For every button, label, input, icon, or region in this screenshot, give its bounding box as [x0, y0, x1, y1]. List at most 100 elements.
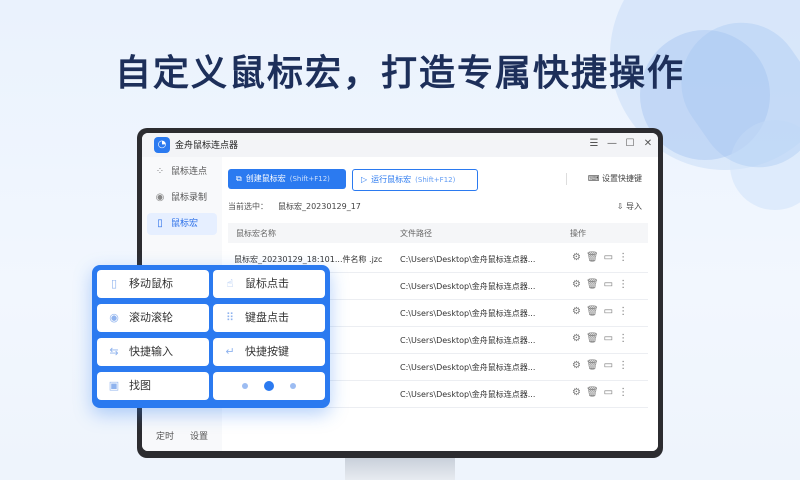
- enter-key-icon: ↵: [225, 345, 235, 358]
- page-dot[interactable]: [290, 383, 296, 389]
- quick-input-label: 快捷输入: [129, 345, 173, 358]
- delete-icon[interactable]: 🗑: [586, 306, 604, 317]
- settings-icon[interactable]: ⚙: [572, 279, 586, 290]
- create-macro-button[interactable]: ⧉ 创建鼠标宏 (Shift+F12): [228, 169, 346, 189]
- folder-icon[interactable]: ▭: [604, 333, 618, 344]
- sidebar-item-record[interactable]: ◉ 鼠标录制: [147, 187, 217, 209]
- folder-icon[interactable]: ▭: [604, 306, 618, 317]
- menu-icon[interactable]: ☰: [586, 136, 602, 152]
- more-icon[interactable]: ⋮: [618, 252, 633, 263]
- table-header: 鼠标宏名称 文件路径 操作: [228, 223, 648, 243]
- delete-icon[interactable]: 🗑: [586, 333, 604, 344]
- mouse-click-label: 鼠标点击: [245, 277, 289, 290]
- page-dot-active[interactable]: [264, 381, 274, 391]
- shortcut-key-button[interactable]: ↵ 快捷按键: [213, 338, 325, 366]
- divider: [566, 173, 567, 185]
- mouse-click-button[interactable]: ☝ 鼠标点击: [213, 270, 325, 298]
- delete-icon[interactable]: 🗑: [586, 387, 604, 398]
- sidebar-item-label: 鼠标录制: [171, 193, 208, 203]
- sidebar-item-settings[interactable]: 设置: [190, 429, 208, 442]
- image-icon: ▣: [108, 379, 120, 392]
- file-path-cell: C:\Users\Desktop\金舟鼠标连点器...: [400, 336, 536, 345]
- settings-icon[interactable]: ⚙: [572, 333, 586, 344]
- pagination-dots[interactable]: [213, 372, 325, 400]
- mouse-move-icon: ▯: [110, 277, 118, 290]
- sidebar-item-auto-click[interactable]: ⁘ 鼠标连点: [147, 161, 217, 183]
- sidebar-item-label: 鼠标宏: [171, 219, 199, 229]
- close-button[interactable]: ✕: [640, 136, 656, 152]
- move-mouse-label: 移动鼠标: [129, 277, 173, 290]
- current-selection-label: 当前选中：: [228, 202, 268, 211]
- run-macro-button[interactable]: ▷ 运行鼠标宏 (Shift+F12): [352, 169, 478, 191]
- file-path-cell: C:\Users\Desktop\金舟鼠标连点器...: [400, 282, 536, 291]
- import-button[interactable]: ⇩ 导入: [617, 201, 642, 212]
- row-actions: ⚙🗑▭⋮: [572, 360, 633, 371]
- row-actions: ⚙🗑▭⋮: [572, 387, 633, 398]
- keyboard-click-label: 键盘点击: [245, 311, 289, 324]
- sidebar-item-timer[interactable]: 定时: [156, 429, 174, 442]
- more-icon[interactable]: ⋮: [618, 279, 633, 290]
- current-selection-value: 鼠标宏_20230129_17: [278, 202, 361, 211]
- run-macro-hint: (Shift+F12): [415, 176, 456, 184]
- keyboard-click-button[interactable]: ⠿ 键盘点击: [213, 304, 325, 332]
- add-icon: ⧉: [236, 174, 242, 183]
- folder-icon[interactable]: ▭: [604, 279, 618, 290]
- macro-name-cell: 鼠标宏_20230129_18:101...件名称 .jzc: [234, 255, 383, 264]
- file-path-cell: C:\Users\Desktop\金舟鼠标连点器...: [400, 363, 536, 372]
- create-macro-label: 创建鼠标宏: [245, 174, 286, 183]
- move-mouse-button[interactable]: ▯ 移动鼠标: [97, 270, 209, 298]
- settings-icon[interactable]: ⚙: [572, 360, 586, 371]
- monitor-stand: [345, 458, 455, 480]
- keyboard-icon: ⠿: [225, 311, 235, 324]
- find-image-label: 找图: [129, 379, 151, 392]
- file-path-cell: C:\Users\Desktop\金舟鼠标连点器...: [400, 390, 536, 399]
- settings-icon[interactable]: ⚙: [572, 387, 586, 398]
- column-header-actions: 操作: [570, 229, 586, 238]
- settings-icon[interactable]: ⚙: [572, 306, 586, 317]
- folder-icon[interactable]: ▭: [604, 360, 618, 371]
- create-macro-hint: (Shift+F12): [289, 175, 330, 183]
- sidebar-item-macro[interactable]: ▯ 鼠标宏: [147, 213, 217, 235]
- delete-icon[interactable]: 🗑: [586, 279, 604, 290]
- maximize-button[interactable]: ☐: [622, 136, 638, 152]
- import-label: 导入: [626, 202, 642, 211]
- column-header-name: 鼠标宏名称: [236, 229, 276, 238]
- action-popup: ▯ 移动鼠标 ☝ 鼠标点击 ◉ 滚动滚轮 ⠿ 键盘点击 ⇆ 快捷输入 ↵ 快捷按键 ▣ 找图: [92, 265, 330, 408]
- file-path-cell: C:\Users\Desktop\金舟鼠标连点器...: [400, 255, 536, 264]
- minimize-button[interactable]: —: [604, 136, 620, 152]
- scroll-wheel-button[interactable]: ◉ 滚动滚轮: [97, 304, 209, 332]
- shortcut-key-label: 快捷按键: [245, 345, 289, 358]
- row-actions: ⚙🗑▭⋮: [572, 306, 633, 317]
- quick-input-button[interactable]: ⇆ 快捷输入: [97, 338, 209, 366]
- play-icon: ▷: [361, 175, 368, 184]
- pointer-click-icon: ☝: [226, 277, 234, 290]
- import-icon: ⇩: [616, 202, 624, 211]
- set-shortcut-button[interactable]: ⌨ 设置快捷键: [588, 173, 642, 184]
- folder-icon[interactable]: ▭: [604, 387, 618, 398]
- shortcut-icon: ⌨: [587, 174, 600, 183]
- more-icon[interactable]: ⋮: [618, 333, 633, 344]
- row-actions: ⚙🗑▭⋮: [572, 279, 633, 290]
- more-icon[interactable]: ⋮: [618, 360, 633, 371]
- more-icon[interactable]: ⋮: [618, 306, 633, 317]
- page-dot[interactable]: [242, 383, 248, 389]
- find-image-button[interactable]: ▣ 找图: [97, 372, 209, 400]
- row-actions: ⚙🗑▭⋮: [572, 333, 633, 344]
- delete-icon[interactable]: 🗑: [586, 360, 604, 371]
- title-bar: ◔ 金舟鼠标连点器 ☰ — ☐ ✕: [142, 133, 658, 157]
- run-macro-label: 运行鼠标宏: [371, 175, 412, 184]
- quick-input-icon: ⇆: [109, 345, 119, 358]
- headline: 自定义鼠标宏，打造专属快捷操作: [114, 53, 685, 94]
- click-icon: ⁘: [155, 166, 165, 177]
- scroll-wheel-icon: ◉: [109, 311, 119, 324]
- folder-icon[interactable]: ▭: [604, 252, 618, 263]
- current-selection: 当前选中： 鼠标宏_20230129_17: [228, 201, 361, 212]
- sidebar-item-label: 鼠标连点: [171, 167, 208, 177]
- app-logo-icon: ◔: [154, 137, 170, 153]
- more-icon[interactable]: ⋮: [618, 387, 633, 398]
- row-actions: ⚙🗑▭⋮: [572, 252, 633, 263]
- app-title: 金舟鼠标连点器: [175, 141, 239, 151]
- delete-icon[interactable]: 🗑: [586, 252, 604, 263]
- settings-icon[interactable]: ⚙: [572, 252, 586, 263]
- mouse-icon: ▯: [157, 218, 163, 229]
